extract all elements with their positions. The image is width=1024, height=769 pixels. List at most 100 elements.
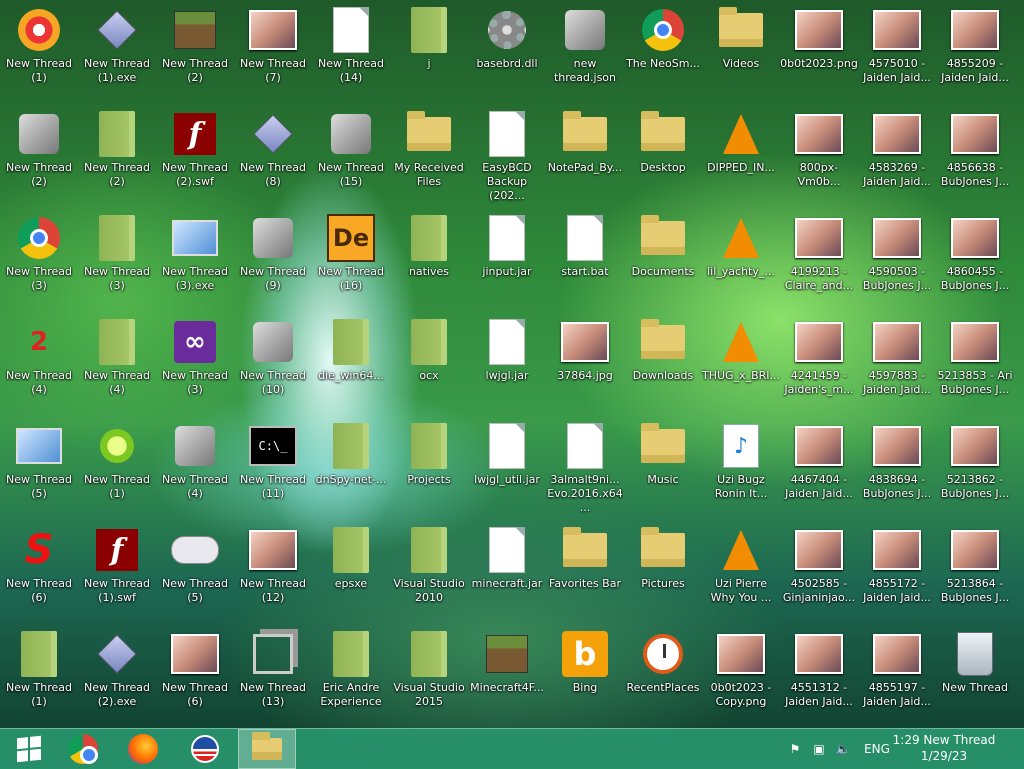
desktop-icon[interactable]: new thread.json bbox=[546, 0, 624, 104]
desktop-icon[interactable]: New Thread (2) bbox=[156, 0, 234, 104]
desktop-icon[interactable]: New Thread (10) bbox=[234, 312, 312, 416]
desktop-icon[interactable]: start.bat bbox=[546, 208, 624, 312]
desktop-icon[interactable]: Eric Andre Experience bbox=[312, 624, 390, 728]
desktop-icon[interactable]: lwjgl.jar bbox=[468, 312, 546, 416]
desktop-icon[interactable]: 4855172 - Jaiden Jaid... bbox=[858, 520, 936, 624]
desktop-icon[interactable]: 5213864 - BubJones J... bbox=[936, 520, 1014, 624]
desktop-icon[interactable]: 4241459 - Jaiden's_m... bbox=[780, 312, 858, 416]
desktop-icon[interactable]: f New Thread (1).swf bbox=[78, 520, 156, 624]
desktop-icon[interactable]: NotePad_By... bbox=[546, 104, 624, 208]
desktop-icon[interactable]: 4855209 - Jaiden Jaid... bbox=[936, 0, 1014, 104]
start-button[interactable] bbox=[0, 729, 58, 769]
network-icon[interactable]: ▣ bbox=[808, 729, 830, 769]
desktop-icon[interactable]: f New Thread (2).swf bbox=[156, 104, 234, 208]
volume-icon[interactable]: 🔈 bbox=[832, 729, 854, 769]
desktop-icon[interactable]: New Thread (14) bbox=[312, 0, 390, 104]
desktop-icon[interactable]: New Thread (13) bbox=[234, 624, 312, 728]
desktop-icon[interactable]: New Thread (2) bbox=[78, 104, 156, 208]
desktop-icon[interactable]: Music bbox=[624, 416, 702, 520]
desktop-icon[interactable]: New Thread (4) bbox=[156, 416, 234, 520]
desktop-icon[interactable]: New Thread (1) bbox=[78, 416, 156, 520]
desktop-icon[interactable]: RecentPlaces bbox=[624, 624, 702, 728]
desktop-icon[interactable]: ∞ New Thread (3) bbox=[156, 312, 234, 416]
taskbar-chrome[interactable] bbox=[54, 729, 112, 769]
desktop-icon[interactable]: EasyBCD Backup (202... bbox=[468, 104, 546, 208]
desktop-icon[interactable]: New Thread (6) bbox=[156, 624, 234, 728]
desktop-icon[interactable]: 5213853 - Ari BubJones J... bbox=[936, 312, 1014, 416]
desktop-icon[interactable]: New Thread (2) bbox=[0, 104, 78, 208]
desktop-icon[interactable]: New Thread (15) bbox=[312, 104, 390, 208]
taskbar-file-explorer[interactable] bbox=[238, 729, 296, 769]
desktop-icon[interactable]: Downloads bbox=[624, 312, 702, 416]
desktop-icon[interactable]: 4575010 - Jaiden Jaid... bbox=[858, 0, 936, 104]
desktop-icon[interactable]: My Received Files bbox=[390, 104, 468, 208]
desktop-icon[interactable]: New Thread (8) bbox=[234, 104, 312, 208]
desktop-icon[interactable]: 4855197 - Jaiden Jaid... bbox=[858, 624, 936, 728]
taskbar-firefox[interactable] bbox=[114, 729, 172, 769]
desktop-icon[interactable]: Desktop bbox=[624, 104, 702, 208]
desktop-icon[interactable]: 5213862 - BubJones J... bbox=[936, 416, 1014, 520]
desktop-icon[interactable]: 0b0t2023 - Copy.png bbox=[702, 624, 780, 728]
desktop-icon[interactable]: ocx bbox=[390, 312, 468, 416]
desktop-icon[interactable]: 4583269 - Jaiden Jaid... bbox=[858, 104, 936, 208]
desktop-icon[interactable]: 4551312 - Jaiden Jaid... bbox=[780, 624, 858, 728]
desktop-icon[interactable]: New Thread (12) bbox=[234, 520, 312, 624]
desktop-icon[interactable]: New Thread (4) bbox=[78, 312, 156, 416]
desktop-icon[interactable]: 800px-Vm0b... bbox=[780, 104, 858, 208]
desktop-icon[interactable]: S New Thread (6) bbox=[0, 520, 78, 624]
desktop-icon[interactable]: minecraft.jar bbox=[468, 520, 546, 624]
desktop-icon[interactable]: New Thread (5) bbox=[0, 416, 78, 520]
desktop-icon[interactable]: dnSpy-net-... bbox=[312, 416, 390, 520]
desktop-icon[interactable]: ♪ Uzi Bugz Ronin It... bbox=[702, 416, 780, 520]
desktop-icon[interactable]: Videos bbox=[702, 0, 780, 104]
desktop-icon[interactable]: New Thread (1).exe bbox=[78, 0, 156, 104]
desktop-icon[interactable]: 4597883 - Jaiden Jaid... bbox=[858, 312, 936, 416]
desktop-icon[interactable]: epsxe bbox=[312, 520, 390, 624]
taskbar-app[interactable] bbox=[176, 729, 234, 769]
desktop-icon[interactable]: Projects bbox=[390, 416, 468, 520]
desktop-icon[interactable]: Favorites Bar bbox=[546, 520, 624, 624]
desktop-icon[interactable]: 4590503 - BubJones J... bbox=[858, 208, 936, 312]
desktop-icon[interactable]: 4467404 - Jaiden Jaid... bbox=[780, 416, 858, 520]
desktop-icon[interactable]: New Thread (3) bbox=[78, 208, 156, 312]
desktop-icon[interactable]: lwjgl_util.jar bbox=[468, 416, 546, 520]
desktop-icon[interactable]: New Thread (3).exe bbox=[156, 208, 234, 312]
desktop-icon[interactable]: 4838694 - BubJones J... bbox=[858, 416, 936, 520]
desktop-icon[interactable]: The NeoSm... bbox=[624, 0, 702, 104]
desktop-icon[interactable]: 4860455 - BubJones J... bbox=[936, 208, 1014, 312]
desktop-icon[interactable]: New Thread (7) bbox=[234, 0, 312, 104]
desktop-icon[interactable]: Visual Studio 2010 bbox=[390, 520, 468, 624]
desktop-icon[interactable]: j bbox=[390, 0, 468, 104]
desktop-icon[interactable]: die_win64... bbox=[312, 312, 390, 416]
desktop-icon[interactable]: 3almalt9ni... Evo.2016.x64... bbox=[546, 416, 624, 520]
desktop-icon[interactable]: Documents bbox=[624, 208, 702, 312]
desktop-icon[interactable]: Visual Studio 2015 bbox=[390, 624, 468, 728]
desktop-icon[interactable]: Uzi Pierre Why You ... bbox=[702, 520, 780, 624]
desktop-icon[interactable]: New Thread (5) bbox=[156, 520, 234, 624]
desktop-icon[interactable]: Minecraft4F... bbox=[468, 624, 546, 728]
desktop-icon[interactable]: Pictures bbox=[624, 520, 702, 624]
desktop-icon[interactable]: New Thread bbox=[936, 624, 1014, 728]
desktop-icon[interactable]: New Thread (1) bbox=[0, 0, 78, 104]
desktop-icon[interactable]: New Thread (1) bbox=[0, 624, 78, 728]
clock[interactable]: 1:29 New Thread 1/29/23 bbox=[884, 732, 1004, 764]
desktop-icon[interactable]: b Bing bbox=[546, 624, 624, 728]
desktop-icon[interactable]: 0b0t2023.png bbox=[780, 0, 858, 104]
desktop-icon[interactable]: lil_yachty_... bbox=[702, 208, 780, 312]
desktop-icon[interactable]: DIPPED_IN... bbox=[702, 104, 780, 208]
desktop-icon[interactable]: New Thread (3) bbox=[0, 208, 78, 312]
desktop-icon[interactable]: New Thread (9) bbox=[234, 208, 312, 312]
desktop-icon[interactable]: 4502585 - Ginjaninjao... bbox=[780, 520, 858, 624]
desktop-icon[interactable]: 37864.jpg bbox=[546, 312, 624, 416]
desktop-icon[interactable]: 4856638 - BubJones J... bbox=[936, 104, 1014, 208]
desktop-icon[interactable]: New Thread (2).exe bbox=[78, 624, 156, 728]
desktop-icon[interactable]: De New Thread (16) bbox=[312, 208, 390, 312]
flag-icon[interactable]: ⚑ bbox=[784, 729, 806, 769]
desktop-icon[interactable]: jinput.jar bbox=[468, 208, 546, 312]
desktop-icon[interactable]: natives bbox=[390, 208, 468, 312]
desktop-icon[interactable]: THUG_x_BRI... bbox=[702, 312, 780, 416]
desktop-icon[interactable]: 2 New Thread (4) bbox=[0, 312, 78, 416]
desktop-icon[interactable]: 4199213 - Claire_and... bbox=[780, 208, 858, 312]
desktop-icon[interactable]: C:\_ New Thread (11) bbox=[234, 416, 312, 520]
desktop-icon[interactable]: basebrd.dll bbox=[468, 0, 546, 104]
